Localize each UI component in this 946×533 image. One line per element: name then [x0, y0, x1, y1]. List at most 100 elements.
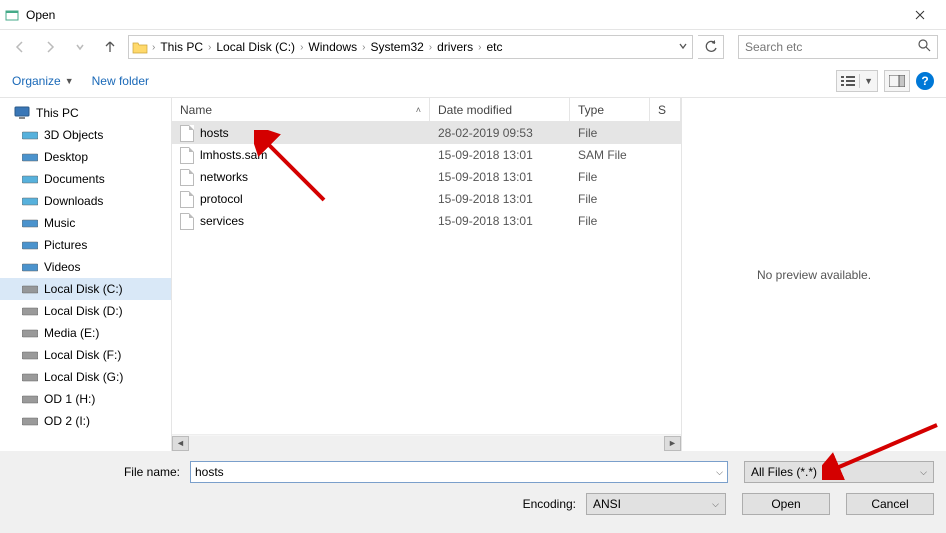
- column-name[interactable]: Name ˄: [172, 98, 430, 121]
- search-input[interactable]: Search etc: [738, 35, 938, 59]
- sidebar-item[interactable]: OD 1 (H:): [0, 388, 171, 410]
- sidebar-item[interactable]: Desktop: [0, 146, 171, 168]
- folder-icon: [129, 40, 151, 54]
- file-date: 15-09-2018 13:01: [430, 192, 570, 206]
- search-icon: [918, 39, 931, 55]
- sidebar-item[interactable]: 3D Objects: [0, 124, 171, 146]
- column-date[interactable]: Date modified: [430, 98, 570, 121]
- table-row[interactable]: hosts28-02-2019 09:53File: [172, 122, 681, 144]
- recent-dropdown[interactable]: [68, 35, 92, 59]
- file-type: File: [570, 170, 650, 184]
- open-button[interactable]: Open: [742, 493, 830, 515]
- file-name: services: [200, 214, 244, 228]
- sidebar-item-label: Music: [44, 216, 75, 230]
- encoding-select[interactable]: ANSI ⌵: [586, 493, 726, 515]
- table-row[interactable]: lmhosts.sam15-09-2018 13:01SAM File: [172, 144, 681, 166]
- sidebar-item-label: 3D Objects: [44, 128, 103, 142]
- drive-icon: [22, 259, 38, 275]
- preview-pane-icon: [889, 75, 905, 87]
- drive-icon: [22, 215, 38, 231]
- sort-caret-icon: ˄: [416, 105, 421, 115]
- bottom-panel: File name: hosts ⌵ All Files (*.*) ⌵ Enc…: [0, 451, 946, 533]
- sidebar-item[interactable]: Local Disk (G:): [0, 366, 171, 388]
- sidebar-item-label: Local Disk (C:): [44, 282, 123, 296]
- chevron-down-icon: ⌵: [712, 499, 719, 510]
- sidebar-item[interactable]: Documents: [0, 168, 171, 190]
- breadcrumb: This PC›Local Disk (C:)›Windows›System32…: [156, 36, 674, 58]
- scroll-left-button[interactable]: ◄: [172, 436, 189, 451]
- up-button[interactable]: [98, 35, 122, 59]
- preview-pane: No preview available.: [682, 98, 946, 451]
- sidebar[interactable]: This PC 3D Objects DesktopDocumentsDownlo…: [0, 98, 172, 451]
- column-type[interactable]: Type: [570, 98, 650, 121]
- scroll-right-button[interactable]: ►: [664, 436, 681, 451]
- table-row[interactable]: services15-09-2018 13:01File: [172, 210, 681, 232]
- window-title: Open: [26, 8, 897, 22]
- file-list[interactable]: hosts28-02-2019 09:53Filelmhosts.sam15-0…: [172, 122, 681, 434]
- file-icon: [180, 147, 194, 164]
- sidebar-item-label: Local Disk (D:): [44, 304, 123, 318]
- preview-text: No preview available.: [757, 268, 871, 282]
- breadcrumb-segment[interactable]: This PC: [156, 36, 207, 58]
- sidebar-item[interactable]: Videos: [0, 256, 171, 278]
- preview-pane-button[interactable]: [884, 70, 910, 92]
- sidebar-item-label: Local Disk (G:): [44, 370, 123, 384]
- sidebar-item[interactable]: Local Disk (F:): [0, 344, 171, 366]
- file-icon: [180, 125, 194, 142]
- file-date: 15-09-2018 13:01: [430, 148, 570, 162]
- help-button[interactable]: ?: [916, 72, 934, 90]
- file-icon: [180, 169, 194, 186]
- new-folder-button[interactable]: New folder: [92, 74, 149, 88]
- drive-icon: [22, 391, 38, 407]
- drive-icon: [22, 149, 38, 165]
- sidebar-item[interactable]: OD 2 (I:): [0, 410, 171, 432]
- chevron-down-icon[interactable]: ⌵: [716, 467, 723, 478]
- breadcrumb-segment[interactable]: Local Disk (C:): [212, 36, 299, 58]
- sidebar-item[interactable]: Local Disk (D:): [0, 300, 171, 322]
- file-pane: Name ˄ Date modified Type S hosts28-02-2…: [172, 98, 682, 451]
- file-icon: [180, 213, 194, 230]
- close-button[interactable]: [897, 0, 942, 30]
- view-options-button[interactable]: ▼: [836, 70, 878, 92]
- column-size[interactable]: S: [650, 98, 681, 121]
- sidebar-root-this-pc[interactable]: This PC: [0, 102, 171, 124]
- file-type: File: [570, 126, 650, 140]
- breadcrumb-segment[interactable]: System32: [366, 36, 427, 58]
- back-button[interactable]: [8, 35, 32, 59]
- filename-label: File name:: [0, 465, 184, 479]
- scroll-track[interactable]: [189, 436, 664, 451]
- chevron-down-icon: ▼: [65, 76, 74, 86]
- breadcrumb-segment[interactable]: etc: [483, 36, 507, 58]
- sidebar-item[interactable]: Downloads: [0, 190, 171, 212]
- sidebar-item-label: OD 1 (H:): [44, 392, 95, 406]
- search-placeholder: Search etc: [745, 40, 802, 54]
- toolbar: Organize ▼ New folder ▼ ?: [0, 64, 946, 98]
- drive-icon: [22, 237, 38, 253]
- forward-button[interactable]: [38, 35, 62, 59]
- chevron-down-icon: ▼: [864, 76, 873, 86]
- breadcrumb-segment[interactable]: drivers: [433, 36, 477, 58]
- drive-icon: [22, 413, 38, 429]
- address-dropdown[interactable]: [674, 40, 692, 54]
- sidebar-item[interactable]: Media (E:): [0, 322, 171, 344]
- chevron-down-icon: ⌵: [920, 467, 927, 478]
- sidebar-item[interactable]: Music: [0, 212, 171, 234]
- filename-value: hosts: [195, 465, 224, 479]
- sidebar-item-label: This PC: [36, 106, 79, 120]
- horizontal-scrollbar[interactable]: ◄ ►: [172, 434, 681, 451]
- filename-input[interactable]: hosts ⌵: [190, 461, 728, 483]
- file-name: hosts: [200, 126, 229, 140]
- table-row[interactable]: protocol15-09-2018 13:01File: [172, 188, 681, 210]
- address-bar[interactable]: › This PC›Local Disk (C:)›Windows›System…: [128, 35, 693, 59]
- filetype-select[interactable]: All Files (*.*) ⌵: [744, 461, 934, 483]
- cancel-button[interactable]: Cancel: [846, 493, 934, 515]
- drive-icon: [22, 325, 38, 341]
- navigation-row: › This PC›Local Disk (C:)›Windows›System…: [0, 30, 946, 64]
- table-row[interactable]: networks15-09-2018 13:01File: [172, 166, 681, 188]
- refresh-button[interactable]: [698, 35, 724, 59]
- sidebar-item[interactable]: Local Disk (C:): [0, 278, 171, 300]
- organize-menu[interactable]: Organize ▼: [12, 74, 74, 88]
- breadcrumb-segment[interactable]: Windows: [304, 36, 361, 58]
- sidebar-item[interactable]: Pictures: [0, 234, 171, 256]
- file-date: 15-09-2018 13:01: [430, 170, 570, 184]
